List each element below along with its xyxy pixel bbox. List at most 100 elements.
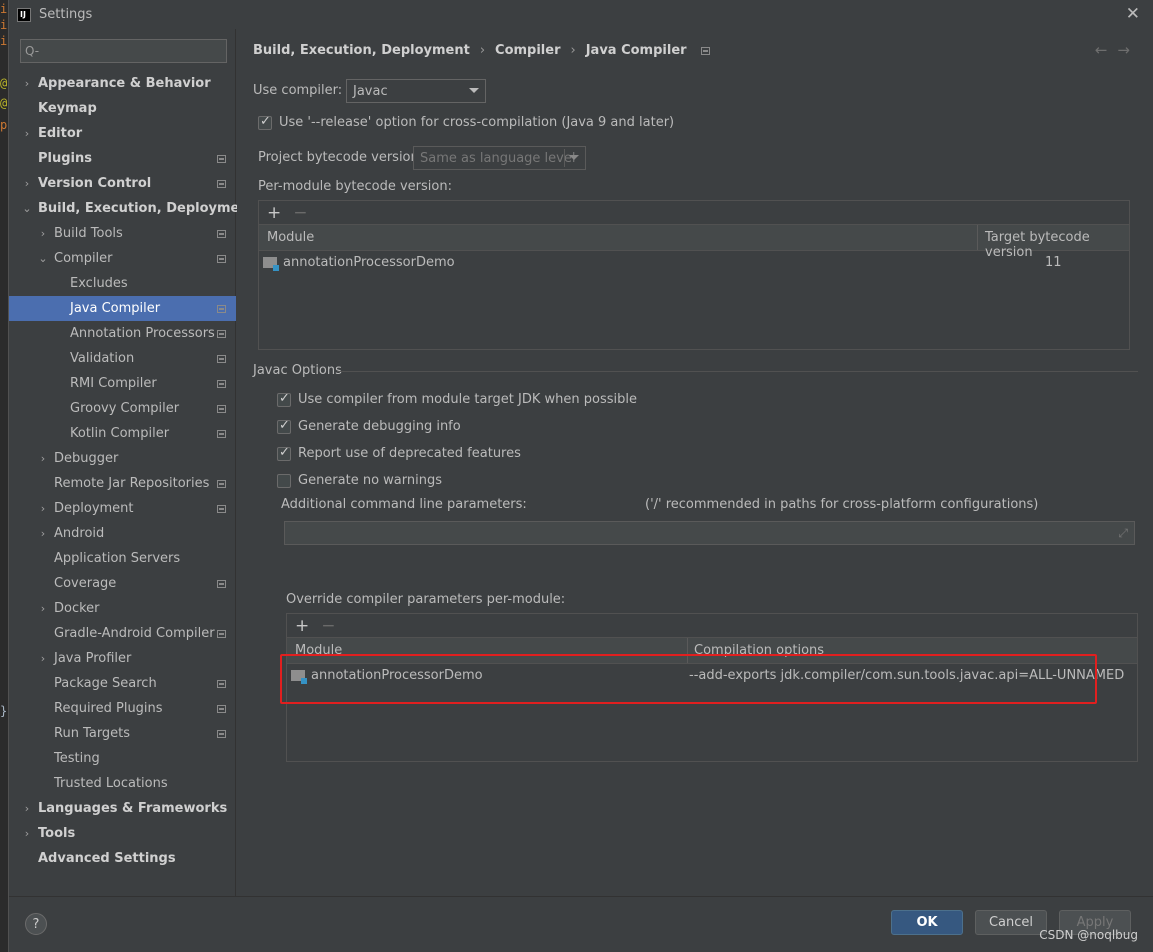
sidebar-item-docker[interactable]: › Docker bbox=[9, 596, 236, 621]
checkbox-unchecked-icon bbox=[277, 473, 291, 488]
settings-search-input[interactable]: Q- bbox=[20, 39, 227, 63]
column-header-module[interactable]: Module bbox=[267, 230, 314, 245]
column-header-options[interactable]: Compilation options bbox=[694, 643, 824, 658]
sidebar-item-plugins[interactable]: Plugins bbox=[9, 146, 236, 171]
sidebar-item-label: Docker bbox=[54, 601, 100, 616]
additional-params-input[interactable]: ⤢ bbox=[284, 521, 1135, 545]
release-option-checkbox[interactable]: Use '--release' option for cross-compila… bbox=[258, 114, 674, 130]
compiler-select[interactable]: Javac bbox=[346, 79, 486, 103]
module-icon bbox=[291, 670, 307, 684]
chevron-right-icon[interactable]: › bbox=[37, 652, 49, 665]
add-icon[interactable]: + bbox=[295, 616, 309, 636]
expand-icon[interactable]: ⤢ bbox=[1118, 526, 1128, 541]
sidebar-item-excludes[interactable]: Excludes bbox=[9, 271, 236, 296]
sidebar-item-advanced-settings[interactable]: Advanced Settings bbox=[9, 846, 236, 871]
additional-params-hint: ('/' recommended in paths for cross-plat… bbox=[645, 497, 1039, 512]
sidebar-item-trusted-locations[interactable]: Trusted Locations bbox=[9, 771, 236, 796]
help-icon[interactable]: ? bbox=[25, 913, 47, 935]
sidebar-item-keymap[interactable]: Keymap bbox=[9, 96, 236, 121]
chevron-right-icon[interactable]: › bbox=[21, 127, 33, 140]
sidebar-item-label: Excludes bbox=[70, 276, 128, 291]
sidebar-item-testing[interactable]: Testing bbox=[9, 746, 236, 771]
sidebar-item-annotation-processors[interactable]: Annotation Processors bbox=[9, 321, 236, 346]
chevron-down-icon[interactable]: ⌄ bbox=[37, 252, 49, 265]
sidebar-item-appearance-behavior[interactable]: › Appearance & Behavior bbox=[9, 71, 236, 96]
module-name: annotationProcessorDemo bbox=[283, 255, 455, 270]
sidebar-item-java-profiler[interactable]: › Java Profiler bbox=[9, 646, 236, 671]
sidebar-item-rmi-compiler[interactable]: RMI Compiler bbox=[9, 371, 236, 396]
project-scope-icon bbox=[217, 480, 226, 488]
remove-icon[interactable]: − bbox=[293, 203, 307, 223]
section-divider bbox=[337, 371, 1138, 372]
debug-info-checkbox[interactable]: Generate debugging info bbox=[277, 418, 461, 434]
override-params-label: Override compiler parameters per-module: bbox=[286, 592, 566, 607]
sidebar-item-debugger[interactable]: › Debugger bbox=[9, 446, 236, 471]
sidebar-item-application-servers[interactable]: Application Servers bbox=[9, 546, 236, 571]
chevron-right-icon[interactable]: › bbox=[21, 827, 33, 840]
dialog-footer: ? OK Cancel Apply CSDN @noqlbug bbox=[9, 896, 1153, 952]
sidebar-item-android[interactable]: › Android bbox=[9, 521, 236, 546]
no-warnings-checkbox[interactable]: Generate no warnings bbox=[277, 473, 442, 488]
chevron-right-icon[interactable]: › bbox=[21, 177, 33, 190]
sidebar-item-build-tools[interactable]: › Build Tools bbox=[9, 221, 236, 246]
project-scope-icon bbox=[700, 46, 710, 55]
deprecation-checkbox[interactable]: Report use of deprecated features bbox=[277, 445, 521, 461]
sidebar-item-label: Remote Jar Repositories bbox=[54, 476, 210, 491]
checkbox-checked-icon bbox=[258, 114, 272, 130]
sidebar-item-label: Keymap bbox=[38, 101, 97, 116]
chevron-right-icon[interactable]: › bbox=[21, 802, 33, 815]
bytecode-version-select[interactable]: Same as language level bbox=[413, 146, 586, 170]
chevron-right-icon[interactable]: › bbox=[37, 602, 49, 615]
sidebar-item-required-plugins[interactable]: Required Plugins bbox=[9, 696, 236, 721]
project-scope-icon bbox=[217, 230, 226, 238]
add-icon[interactable]: + bbox=[267, 203, 281, 223]
sidebar-item-label: Coverage bbox=[54, 576, 117, 591]
breadcrumb-item[interactable]: Compiler bbox=[495, 43, 560, 58]
sidebar-item-label: Run Targets bbox=[54, 726, 131, 741]
close-icon[interactable]: ✕ bbox=[1126, 5, 1140, 23]
use-module-jdk-label: Use compiler from module target JDK when… bbox=[298, 392, 637, 407]
table-row[interactable]: annotationProcessorDemo --add-exports jd… bbox=[287, 664, 1137, 688]
sidebar-item-validation[interactable]: Validation bbox=[9, 346, 236, 371]
chevron-down-icon[interactable]: ⌄ bbox=[21, 202, 33, 215]
sidebar-item-package-search[interactable]: Package Search bbox=[9, 671, 236, 696]
editor-gutter: i i i @ @ p } bbox=[0, 0, 8, 952]
sidebar-item-languages-frameworks[interactable]: › Languages & Frameworks bbox=[9, 796, 236, 821]
breadcrumb-item[interactable]: Build, Execution, Deployment bbox=[253, 43, 470, 58]
back-arrow-icon[interactable]: ← bbox=[1095, 41, 1118, 59]
remove-icon[interactable]: − bbox=[321, 616, 335, 636]
sidebar-item-build-execution-deployment[interactable]: ⌄ Build, Execution, Deployment bbox=[9, 196, 254, 221]
sidebar-item-remote-jar-repositories[interactable]: Remote Jar Repositories bbox=[9, 471, 236, 496]
use-module-jdk-checkbox[interactable]: Use compiler from module target JDK when… bbox=[277, 391, 637, 407]
sidebar-item-editor[interactable]: › Editor bbox=[9, 121, 236, 146]
sidebar-item-label: Compiler bbox=[54, 251, 113, 266]
chevron-right-icon[interactable]: › bbox=[37, 452, 49, 465]
cancel-button[interactable]: Cancel bbox=[975, 910, 1047, 935]
chevron-right-icon[interactable]: › bbox=[37, 527, 49, 540]
chevron-right-icon[interactable]: › bbox=[37, 227, 49, 240]
sidebar-item-label: Required Plugins bbox=[54, 701, 163, 716]
column-header-module[interactable]: Module bbox=[295, 643, 342, 658]
sidebar-item-kotlin-compiler[interactable]: Kotlin Compiler bbox=[9, 421, 236, 446]
sidebar-item-compiler[interactable]: ⌄ Compiler bbox=[9, 246, 236, 271]
sidebar-item-java-compiler[interactable]: Java Compiler bbox=[9, 296, 236, 321]
sidebar-item-label: Trusted Locations bbox=[54, 776, 168, 791]
sidebar-item-label: Android bbox=[54, 526, 105, 541]
table-row[interactable]: annotationProcessorDemo 11 bbox=[259, 251, 1129, 275]
sidebar-item-gradle-android-compiler[interactable]: Gradle-Android Compiler bbox=[9, 621, 236, 646]
chevron-right-icon[interactable]: › bbox=[21, 77, 33, 90]
sidebar-item-tools[interactable]: › Tools bbox=[9, 821, 236, 846]
project-scope-icon bbox=[217, 580, 226, 588]
sidebar-item-version-control[interactable]: › Version Control bbox=[9, 171, 236, 196]
forward-arrow-icon[interactable]: → bbox=[1117, 41, 1140, 59]
project-scope-icon bbox=[217, 430, 226, 438]
table-header: Module Target bytecode version bbox=[259, 225, 1129, 260]
additional-params-label: Additional command line parameters: bbox=[281, 497, 527, 512]
sidebar-item-run-targets[interactable]: Run Targets bbox=[9, 721, 236, 746]
sidebar-item-groovy-compiler[interactable]: Groovy Compiler bbox=[9, 396, 236, 421]
ok-button[interactable]: OK bbox=[891, 910, 963, 935]
sidebar-item-coverage[interactable]: Coverage bbox=[9, 571, 236, 596]
chevron-right-icon[interactable]: › bbox=[37, 502, 49, 515]
sidebar-item-deployment[interactable]: › Deployment bbox=[9, 496, 236, 521]
sidebar-item-label: Java Compiler bbox=[70, 301, 161, 316]
